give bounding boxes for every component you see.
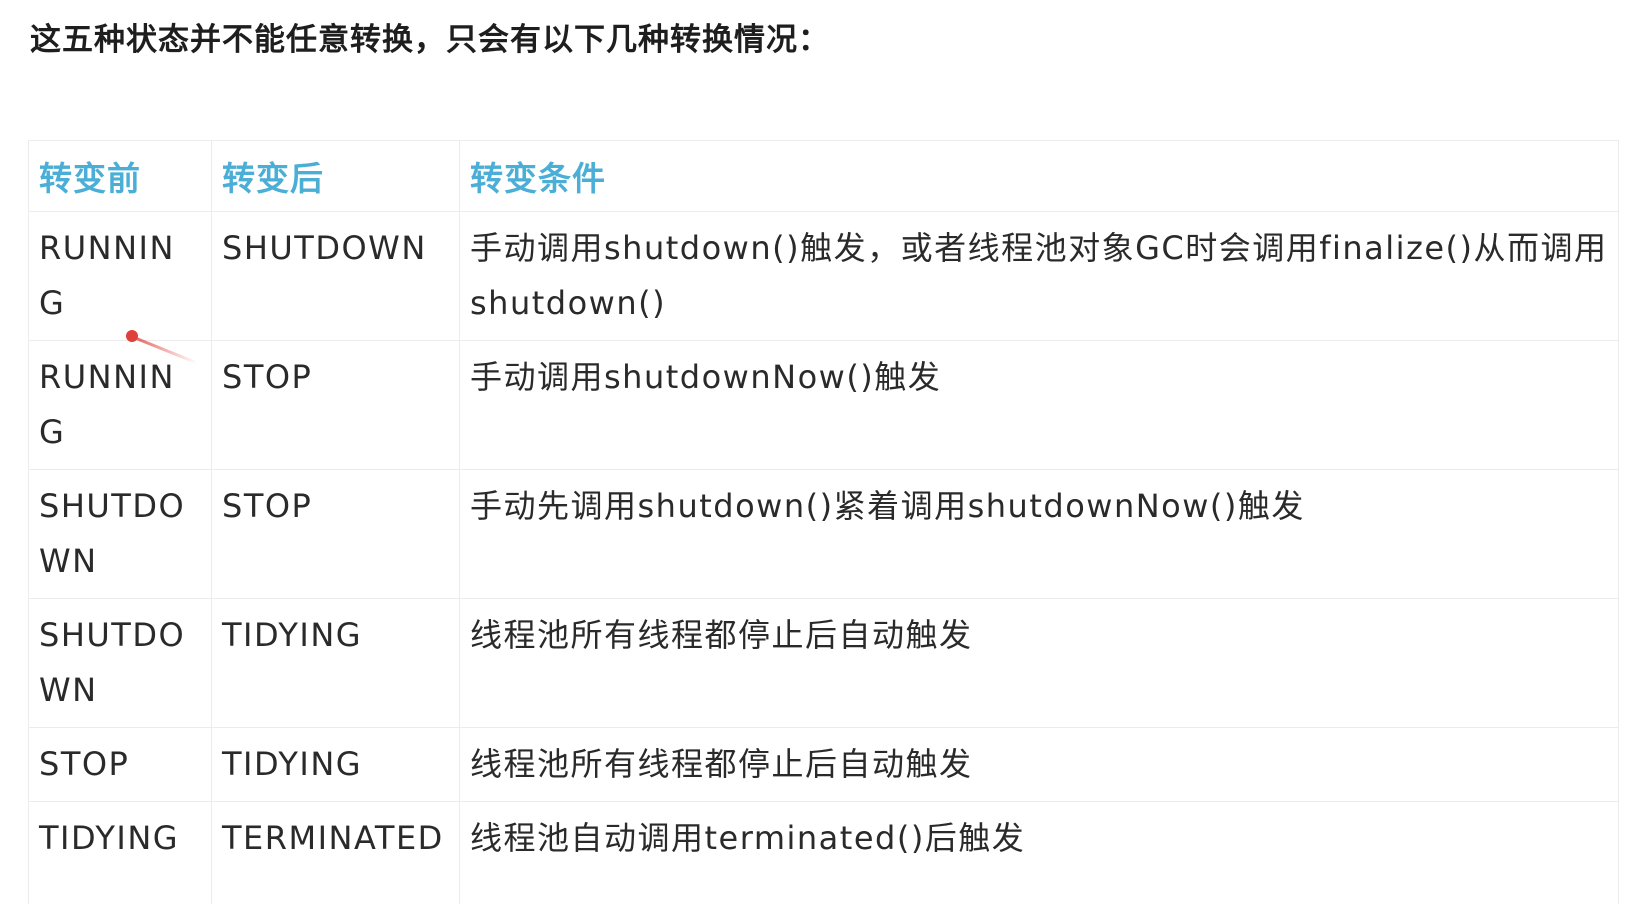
section-heading: 这五种状态并不能任意转换，只会有以下几种转换情况： xyxy=(30,22,830,58)
cell-before: RUNNING xyxy=(28,340,212,470)
table-header-row: 转变前 转变后 转变条件 xyxy=(28,140,1619,212)
cell-condition: 手动调用shutdownNow()触发 xyxy=(459,340,1619,470)
cell-after: TIDYING xyxy=(211,727,460,802)
cell-condition: 线程池所有线程都停止后自动触发 xyxy=(459,598,1619,728)
table-row: RUNNING STOP 手动调用shutdownNow()触发 xyxy=(28,340,1619,470)
cell-condition: 手动调用shutdown()触发，或者线程池对象GC时会调用finalize()… xyxy=(459,211,1619,341)
header-after: 转变后 xyxy=(211,140,460,212)
header-condition: 转变条件 xyxy=(459,140,1619,212)
state-transition-table-container: 转变前 转变后 转变条件 RUNNING SHUTDOWN 手动调用shutdo… xyxy=(28,140,1619,904)
cell-before: STOP xyxy=(28,727,212,802)
cell-after: TIDYING xyxy=(211,598,460,728)
cell-after: STOP xyxy=(211,340,460,470)
table-row: TIDYING TERMINATED 线程池自动调用terminated()后触… xyxy=(28,801,1619,904)
table-row: SHUTDOWN STOP 手动先调用shutdown()紧着调用shutdow… xyxy=(28,469,1619,599)
state-transition-table: 转变前 转变后 转变条件 RUNNING SHUTDOWN 手动调用shutdo… xyxy=(28,140,1619,904)
cell-before: TIDYING xyxy=(28,801,212,904)
table-row: RUNNING SHUTDOWN 手动调用shutdown()触发，或者线程池对… xyxy=(28,211,1619,341)
cell-condition: 手动先调用shutdown()紧着调用shutdownNow()触发 xyxy=(459,469,1619,599)
table-row: STOP TIDYING 线程池所有线程都停止后自动触发 xyxy=(28,727,1619,802)
cell-after: STOP xyxy=(211,469,460,599)
cell-before: SHUTDOWN xyxy=(28,469,212,599)
cell-after: SHUTDOWN xyxy=(211,211,460,341)
document-page: 这五种状态并不能任意转换，只会有以下几种转换情况： 转变前 转变后 转变条件 R… xyxy=(0,0,1642,904)
cell-condition: 线程池所有线程都停止后自动触发 xyxy=(459,727,1619,802)
cell-before: RUNNING xyxy=(28,211,212,341)
cell-before: SHUTDOWN xyxy=(28,598,212,728)
header-before: 转变前 xyxy=(28,140,212,212)
cell-after: TERMINATED xyxy=(211,801,460,904)
table-row: SHUTDOWN TIDYING 线程池所有线程都停止后自动触发 xyxy=(28,598,1619,728)
cell-condition: 线程池自动调用terminated()后触发 xyxy=(459,801,1619,904)
